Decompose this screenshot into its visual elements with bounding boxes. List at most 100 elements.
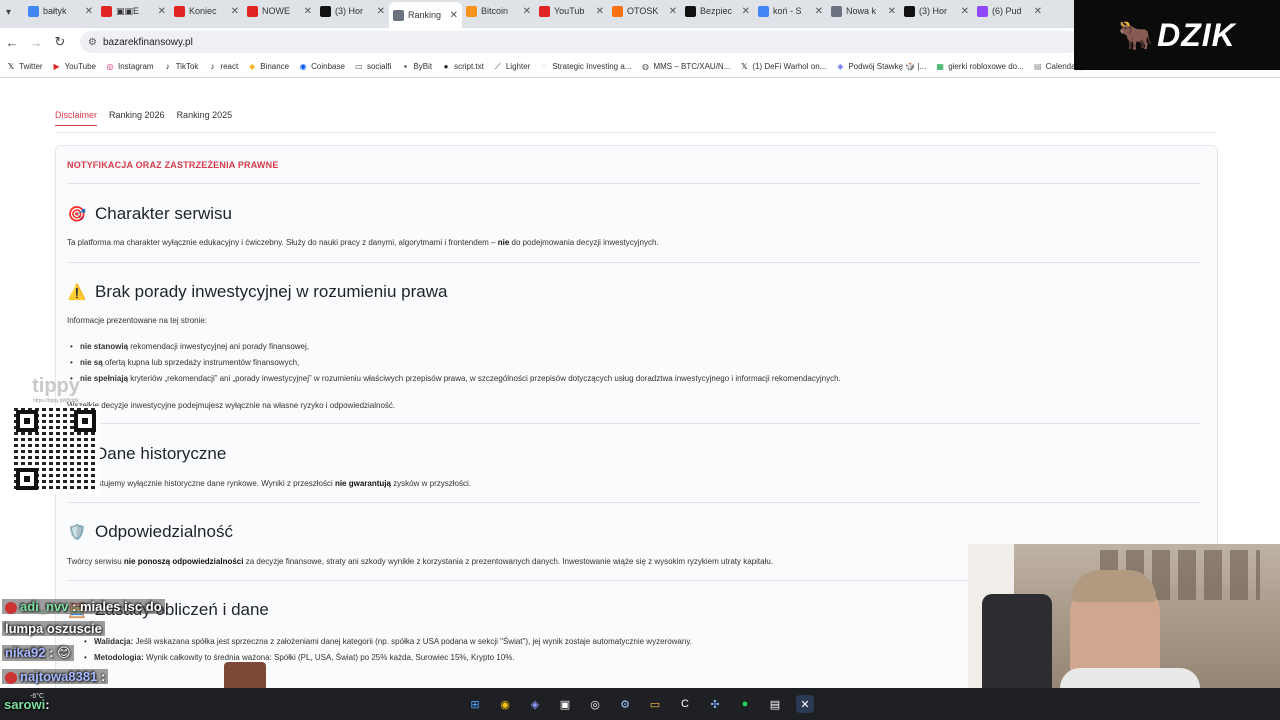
browser-tab[interactable]: Nowa k ✕ — [827, 0, 900, 22]
discord-icon: ◈ — [837, 62, 844, 71]
close-tab-icon[interactable]: ✕ — [523, 6, 531, 17]
list-item: nie są ofertą kupna lub sprzedaży instru… — [70, 358, 841, 367]
bookmark-label: Binance — [260, 62, 290, 71]
bookmark-item[interactable]: ◎ Instagram — [105, 62, 154, 72]
tab-search-icon[interactable]: ▾ — [6, 7, 11, 18]
chat-message: nika92 : 😊 — [2, 645, 74, 661]
tab-title: Bezpiec — [700, 6, 733, 16]
obs-icon[interactable]: ◎ — [586, 695, 604, 713]
close-tab-icon[interactable]: ✕ — [742, 6, 750, 17]
browser-tab[interactable]: bałtyk ✕ — [24, 0, 97, 22]
browser-tab[interactable]: NOWE ✕ — [243, 0, 316, 22]
bookmark-item[interactable]: ◍ MMS – BTC/XAU/N... — [640, 62, 730, 72]
close-tab-icon[interactable]: ✕ — [85, 6, 93, 17]
tab-title: (6) Pud — [992, 6, 1022, 16]
coinbase-icon: ◉ — [299, 62, 307, 71]
browser-tab[interactable]: Bitcoin ✕ — [462, 0, 535, 22]
close-tab-icon[interactable]: ✕ — [961, 6, 969, 17]
site-info-icon[interactable]: ⚙ — [88, 37, 97, 48]
close-tab-icon[interactable]: ✕ — [1034, 6, 1042, 17]
browser-tab[interactable]: (6) Pud ✕ — [973, 0, 1046, 22]
steam-icon[interactable]: ⚙ — [616, 695, 634, 713]
folder-icon[interactable]: ▭ — [646, 695, 664, 713]
divider — [67, 502, 1201, 503]
browser-tab[interactable]: (3) Hor ✕ — [316, 0, 389, 22]
browser-tab[interactable]: OTOSK ✕ — [608, 0, 681, 22]
browser-tab[interactable]: koń - S ✕ — [754, 0, 827, 22]
section-text: Ta platforma ma charakter wyłącznie eduk… — [67, 238, 659, 247]
bookmark-item[interactable]: ● script.txt — [441, 62, 484, 72]
tab-ranking-2026[interactable]: Ranking 2026 — [109, 110, 165, 126]
tab-disclaimer[interactable]: Disclaimer — [55, 110, 98, 126]
capcut-icon[interactable]: ✕ — [796, 695, 814, 713]
bookmark-item[interactable]: ◈ Podwój Stawkę 🎲 |... — [835, 62, 926, 72]
browser-tab[interactable]: Bezpiec ✕ — [681, 0, 754, 22]
start-icon[interactable]: ⊞ — [466, 695, 484, 713]
x-icon: 𝕏 — [7, 62, 15, 71]
spotify-icon[interactable]: ● — [736, 695, 754, 713]
address-bar[interactable]: ⚙ bazarekfinansowy.pl — [80, 31, 1080, 53]
text-part: ofertą kupna lub sprzedaży instrumentów … — [102, 358, 300, 367]
target-icon: 🎯 — [67, 206, 87, 223]
favicon-icon — [320, 5, 331, 17]
tippy-overlay: tippy https://tippy.pl/@dzik — [10, 375, 102, 497]
bookmark-item[interactable]: ♪ react — [207, 62, 238, 72]
browser-tab[interactable]: (3) Hor ✕ — [900, 0, 973, 22]
bookmark-item[interactable]: 𝕏 (1) DeFi Warhol on... — [739, 62, 826, 72]
text-bold: nie są — [80, 358, 103, 367]
tiktok-icon: ♪ — [210, 62, 215, 71]
text-bold: nie gwarantują — [334, 479, 391, 488]
discord-icon[interactable]: ◈ — [526, 695, 544, 713]
bookmark-item[interactable]: ▭ socialfi — [354, 62, 391, 72]
tab-ranking-2025[interactable]: Ranking 2025 — [177, 110, 233, 126]
reload-button[interactable]: ↻ — [48, 34, 72, 50]
close-tab-icon[interactable]: ✕ — [450, 10, 458, 21]
favicon-icon — [612, 5, 623, 17]
tab-title: koń - S — [773, 6, 802, 16]
close-tab-icon[interactable]: ✕ — [815, 6, 823, 17]
chrome-icon[interactable]: ◉ — [496, 695, 514, 713]
forward-button[interactable]: → — [24, 35, 48, 50]
bookmark-item[interactable]: ◆ Binance — [247, 62, 289, 72]
close-tab-icon[interactable]: ✕ — [888, 6, 896, 17]
qr-corner — [16, 410, 38, 432]
bookmark-item[interactable]: ▦ gierki robloxowe do... — [935, 62, 1024, 72]
tab-title: Ranking — [408, 10, 442, 20]
back-button[interactable]: ← — [0, 35, 24, 50]
bookmark-item[interactable]: ▶ YouTube — [52, 62, 96, 72]
loading-icon: ◌ — [541, 62, 547, 71]
bookmark-item[interactable]: ♪ TikTok — [163, 62, 199, 72]
browser-tab[interactable]: Koniec ✕ — [170, 0, 243, 22]
favicon-icon — [904, 5, 915, 17]
camera-icon[interactable]: ▤ — [766, 695, 784, 713]
close-tab-icon[interactable]: ✕ — [596, 6, 604, 17]
bookmark-item[interactable]: ▪ ByBit — [400, 62, 432, 72]
bookmark-item[interactable]: ◉ Coinbase — [298, 62, 345, 72]
binance-icon: ◆ — [249, 62, 256, 71]
browser-tab[interactable]: YouTub ✕ — [535, 0, 608, 22]
network-icon[interactable]: ✣ — [706, 695, 724, 713]
tiktok-icon: ♪ — [165, 62, 170, 71]
user-badge-icon — [5, 601, 17, 614]
bookmark-label: gierki robloxowe do... — [948, 62, 1024, 71]
bookmark-item[interactable]: ⟋ Lighter — [493, 62, 530, 72]
bookmark-item[interactable]: 𝕏 Twitter — [6, 62, 43, 72]
qr-corner — [16, 468, 38, 490]
chat-text: : — [49, 645, 54, 660]
chat-nick: nika92 — [5, 645, 46, 660]
ccleaner-icon[interactable]: C — [676, 695, 694, 713]
close-tab-icon[interactable]: ✕ — [158, 6, 166, 17]
close-tab-icon[interactable]: ✕ — [669, 6, 677, 17]
close-tab-icon[interactable]: ✕ — [304, 6, 312, 17]
close-tab-icon[interactable]: ✕ — [231, 6, 239, 17]
browser-tab[interactable]: ▣▣E ✕ — [97, 0, 170, 22]
browser-tab[interactable]: Ranking ✕ — [389, 2, 462, 28]
tab-title: bałtyk — [43, 6, 67, 16]
chat-message: sarowi: — [4, 697, 50, 712]
close-tab-icon[interactable]: ✕ — [377, 6, 385, 17]
app-icon[interactable]: ▣ — [556, 695, 574, 713]
list-item: nie stanowią rekomendacji inwestycyjnej … — [70, 342, 841, 351]
heading-text: Dane historyczne — [95, 444, 227, 463]
section-heading-odpowiedzialnosc: 🛡️ Odpowiedzialność — [67, 522, 233, 542]
bookmark-item[interactable]: ◌ Strategic Investing a... — [539, 62, 632, 72]
